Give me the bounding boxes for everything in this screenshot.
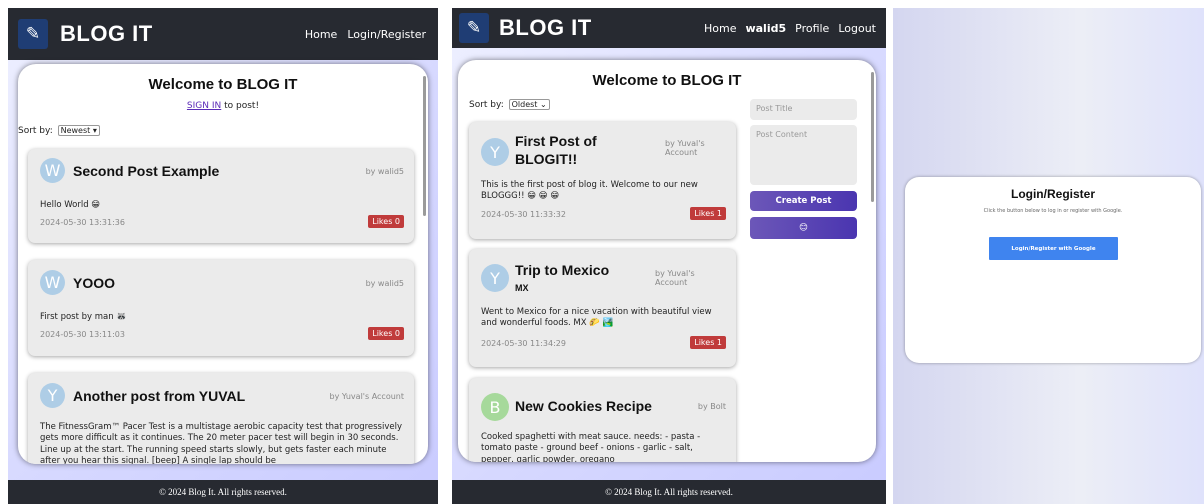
nav-username[interactable]: walid5 — [745, 22, 786, 35]
post-content-textarea[interactable]: Post Content — [750, 125, 857, 185]
signin-link[interactable]: SIGN IN — [187, 101, 221, 111]
post-body: Went to Mexico for a nice vacation with … — [481, 307, 712, 329]
post-author: by walid5 — [365, 279, 404, 288]
navbar: ✎ BLOG IT Home Login/Register — [8, 8, 438, 60]
post-date: 2024-05-30 11:34:29 — [481, 339, 566, 348]
google-login-button[interactable]: Login/Register with Google — [989, 237, 1118, 260]
post-body: First post by man 🦝 — [40, 312, 127, 322]
post-title: Second Post Example — [73, 163, 220, 179]
navbar: ✎ BLOG IT Home walid5 Profile Logout — [452, 8, 886, 48]
post-title-input[interactable]: Post Title — [750, 99, 857, 120]
nav-links: Home Login/Register — [305, 28, 426, 41]
panel-login: Login/Register Click the button below to… — [893, 8, 1204, 504]
nav-logout-link[interactable]: Logout — [838, 22, 876, 35]
sort-label: Sort by: — [469, 100, 504, 110]
post-author: by Yuval's Account — [665, 139, 705, 157]
panel-logged-in: ✎ BLOG IT Home walid5 Profile Logout Wel… — [452, 8, 886, 504]
likes-button[interactable]: Likes 0 — [368, 327, 404, 340]
login-card: Login/Register Click the button below to… — [905, 177, 1201, 363]
logo-icon[interactable]: ✎ — [18, 19, 48, 49]
post-title: New Cookies Recipe — [515, 398, 652, 414]
post-author: by Bolt — [697, 402, 726, 411]
post-body: This is the first post of blog it. Welco… — [481, 180, 698, 202]
post-date: 2024-05-30 13:31:36 — [40, 218, 125, 227]
brand-name[interactable]: BLOG IT — [60, 21, 153, 47]
nav-login-link[interactable]: Login/Register — [347, 28, 426, 41]
login-title: Login/Register — [1010, 187, 1095, 201]
logo-icon[interactable]: ✎ — [459, 13, 489, 43]
sort-select[interactable]: Oldest ⌄ — [508, 99, 550, 110]
feed-card: Welcome to BLOG IT Sort by: Oldest ⌄ Y F… — [458, 60, 876, 462]
welcome-heading: Welcome to BLOG IT — [148, 76, 298, 93]
post-author: by walid5 — [365, 167, 404, 176]
panel-logged-out: ✎ BLOG IT Home Login/Register Welcome to… — [8, 8, 438, 504]
post-title: Another post from YUVAL — [73, 388, 246, 404]
footer: © 2024 Blog It. All rights reserved. — [452, 480, 886, 504]
post-author: by Yuval's Account — [655, 269, 695, 287]
post-body: Cooked spaghetti with meat sauce. needs:… — [481, 432, 701, 462]
post-card[interactable]: B New Cookies Recipe by Bolt Cooked spag… — [469, 378, 736, 462]
likes-button[interactable]: Likes 1 — [690, 207, 726, 220]
signin-text: to post! — [221, 101, 260, 111]
footer: © 2024 Blog It. All rights reserved. — [8, 480, 438, 504]
sort-label: Sort by: — [18, 126, 53, 136]
post-body: Hello World 😁 — [40, 200, 101, 210]
scrollbar[interactable] — [871, 72, 874, 202]
post-title-flag: MX — [515, 283, 529, 293]
avatar: Y — [40, 383, 65, 408]
post-date: 2024-05-30 11:33:32 — [481, 210, 566, 219]
nav-links: Home walid5 Profile Logout — [704, 22, 876, 35]
likes-button[interactable]: Likes 0 — [368, 215, 404, 228]
login-description: Click the button below to log in or regi… — [983, 208, 1123, 214]
avatar: Y — [481, 138, 509, 166]
post-title: First Post of BLOGIT!! — [515, 133, 597, 167]
post-date: 2024-05-30 13:11:03 — [40, 330, 125, 339]
post-card[interactable]: Y Another post from YUVAL by Yuval's Acc… — [28, 373, 414, 464]
sort-row: Sort by: Oldest ⌄ — [469, 99, 550, 110]
avatar: B — [481, 393, 509, 421]
post-title: YOOO — [73, 275, 116, 291]
create-post-button[interactable]: Create Post — [750, 191, 857, 211]
sort-select[interactable]: Newest ▾ — [57, 125, 100, 136]
post-body: The FitnessGram™ Pacer Test is a multist… — [40, 422, 402, 464]
feed-card: Welcome to BLOG IT SIGN IN to post! Sort… — [18, 64, 428, 464]
signin-prompt: SIGN IN to post! — [18, 101, 428, 111]
welcome-heading: Welcome to BLOG IT — [592, 72, 742, 89]
scrollbar[interactable] — [423, 76, 426, 216]
avatar: W — [40, 270, 65, 295]
post-title: Trip to Mexico — [515, 262, 610, 278]
emoji-button[interactable]: 😊 — [750, 217, 857, 239]
avatar: Y — [481, 264, 509, 292]
nav-home-link[interactable]: Home — [305, 28, 337, 41]
avatar: W — [40, 158, 65, 183]
post-author: by Yuval's Account — [329, 392, 404, 401]
brand-name[interactable]: BLOG IT — [499, 15, 592, 41]
post-card[interactable]: W YOOO by walid5 First post by man 🦝 202… — [28, 260, 414, 356]
likes-button[interactable]: Likes 1 — [690, 336, 726, 349]
post-card[interactable]: W Second Post Example by walid5 Hello Wo… — [28, 149, 414, 243]
nav-home-link[interactable]: Home — [704, 22, 736, 35]
post-card[interactable]: Y First Post of BLOGIT!! by Yuval's Acco… — [469, 122, 736, 239]
sort-row: Sort by: Newest ▾ — [18, 125, 100, 136]
post-card[interactable]: Y Trip to Mexico MX by Yuval's Account W… — [469, 249, 736, 367]
nav-profile-link[interactable]: Profile — [795, 22, 829, 35]
